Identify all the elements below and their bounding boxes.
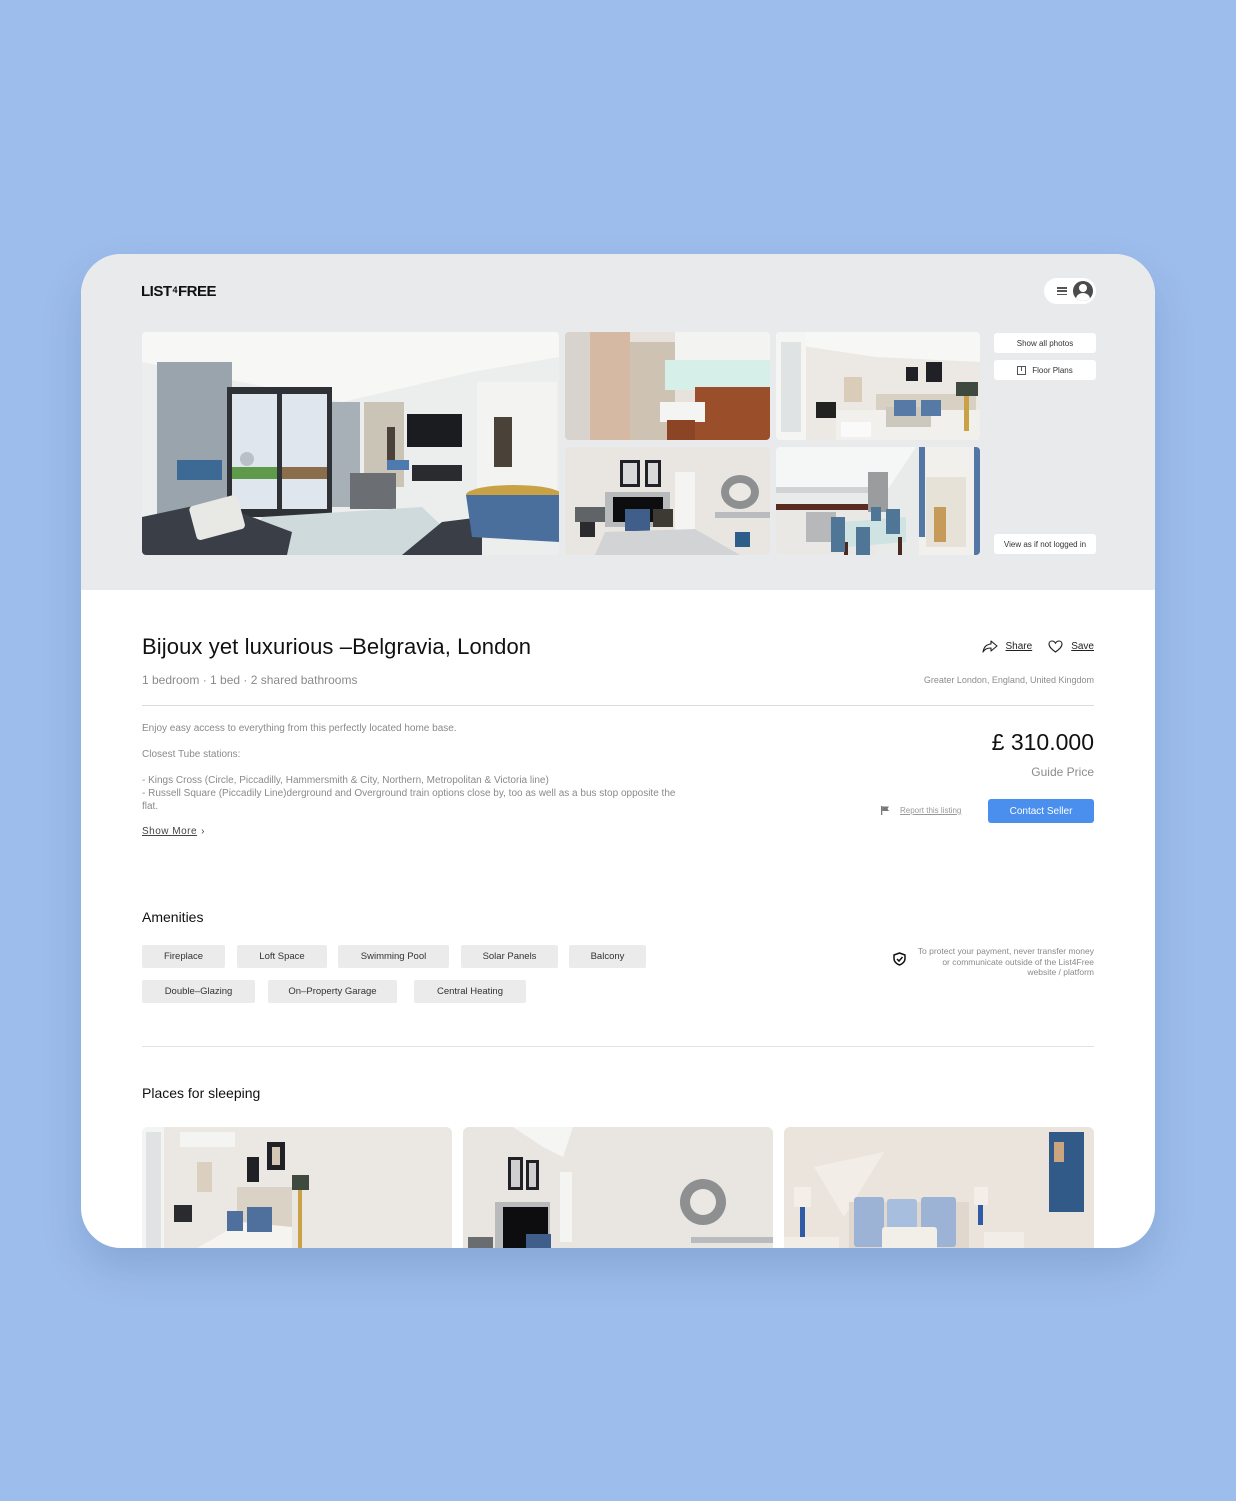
listing-title: Bijoux yet luxurious –Belgravia, London [142, 634, 532, 659]
logo[interactable]: LIST4FREE [141, 283, 217, 300]
app-window: LIST4FREE Show all photos Floor Plans Vi… [81, 254, 1155, 1248]
amenity-chip: Solar Panels [461, 945, 558, 968]
report-listing-link[interactable]: Report this listing [881, 806, 961, 815]
show-more-link[interactable]: Show More › [142, 826, 205, 837]
description-line: Closest Tube stations: [142, 749, 241, 760]
user-avatar-icon [1073, 281, 1093, 301]
hamburger-icon [1057, 287, 1067, 295]
description-line: - Kings Cross (Circle, Piccadilly, Hamme… [142, 775, 549, 786]
logo-text-left: LIST [141, 283, 172, 300]
floor-plans-label: Floor Plans [1032, 365, 1073, 375]
shield-check-icon [893, 952, 906, 966]
divider [142, 1046, 1094, 1047]
share-icon [981, 640, 998, 653]
listing-location: Greater London, England, United Kingdom [923, 675, 1094, 685]
amenity-chip: On–Property Garage [268, 980, 397, 1003]
gallery-photo-bathroom[interactable] [565, 332, 770, 440]
gallery-photo-bedroom-window[interactable] [776, 332, 980, 440]
sleeping-card[interactable] [463, 1127, 773, 1248]
amenity-chip: Loft Space [237, 945, 327, 968]
divider [142, 705, 1094, 706]
sleeping-card[interactable] [784, 1127, 1094, 1248]
heart-icon [1048, 640, 1063, 653]
hero-section: LIST4FREE Show all photos Floor Plans Vi… [81, 254, 1155, 590]
show-all-photos-label: Show all photos [1016, 338, 1074, 348]
sleeping-title: Places for sleeping [142, 1085, 261, 1101]
gallery-photo-bedroom-mirror[interactable] [565, 447, 770, 555]
listing-description: Enjoy easy access to everything from thi… [142, 722, 682, 813]
safety-notice: To protect your payment, never transfer … [917, 946, 1094, 977]
amenity-chip: Balcony [569, 945, 646, 968]
amenity-chip: Fireplace [142, 945, 225, 968]
save-button[interactable]: Save [1048, 640, 1094, 653]
flag-icon [881, 806, 889, 815]
sleeping-card[interactable] [142, 1127, 452, 1248]
floor-plans-button[interactable]: Floor Plans [994, 360, 1096, 380]
amenities-title: Amenities [142, 909, 204, 925]
chevron-right-icon: › [201, 826, 205, 837]
listing-actions: Share Save [981, 640, 1094, 653]
description-line: Enjoy easy access to everything from thi… [142, 723, 457, 734]
view-logged-out-label: View as if not logged in [1003, 539, 1087, 549]
user-menu-button[interactable] [1044, 278, 1096, 304]
view-logged-out-button[interactable]: View as if not logged in [994, 534, 1096, 554]
listing-subtitle: 1 bedroom · 1 bed · 2 shared bathrooms [142, 673, 358, 687]
amenity-chip: Central Heating [414, 980, 526, 1003]
gallery-photo-main[interactable] [142, 332, 559, 555]
price-label: Guide Price [1031, 765, 1094, 779]
report-label: Report this listing [900, 806, 962, 815]
gallery-photo-kitchen[interactable] [776, 447, 980, 555]
contact-seller-button[interactable]: Contact Seller [988, 799, 1094, 823]
price: £ 310.000 [991, 729, 1094, 755]
floor-plan-icon [1017, 365, 1027, 375]
description-line: - Russell Square (Piccadily Line)dergrou… [142, 788, 676, 812]
share-label: Share [1005, 641, 1033, 652]
share-button[interactable]: Share [981, 640, 1033, 653]
logo-text-right: FREE [178, 283, 217, 300]
save-label: Save [1071, 641, 1094, 652]
amenity-chip: Swimming Pool [338, 945, 449, 968]
show-more-label: Show More [142, 826, 198, 837]
logo-text-four: 4 [172, 285, 178, 295]
amenity-chip: Double–Glazing [142, 980, 255, 1003]
show-all-photos-button[interactable]: Show all photos [994, 333, 1096, 353]
